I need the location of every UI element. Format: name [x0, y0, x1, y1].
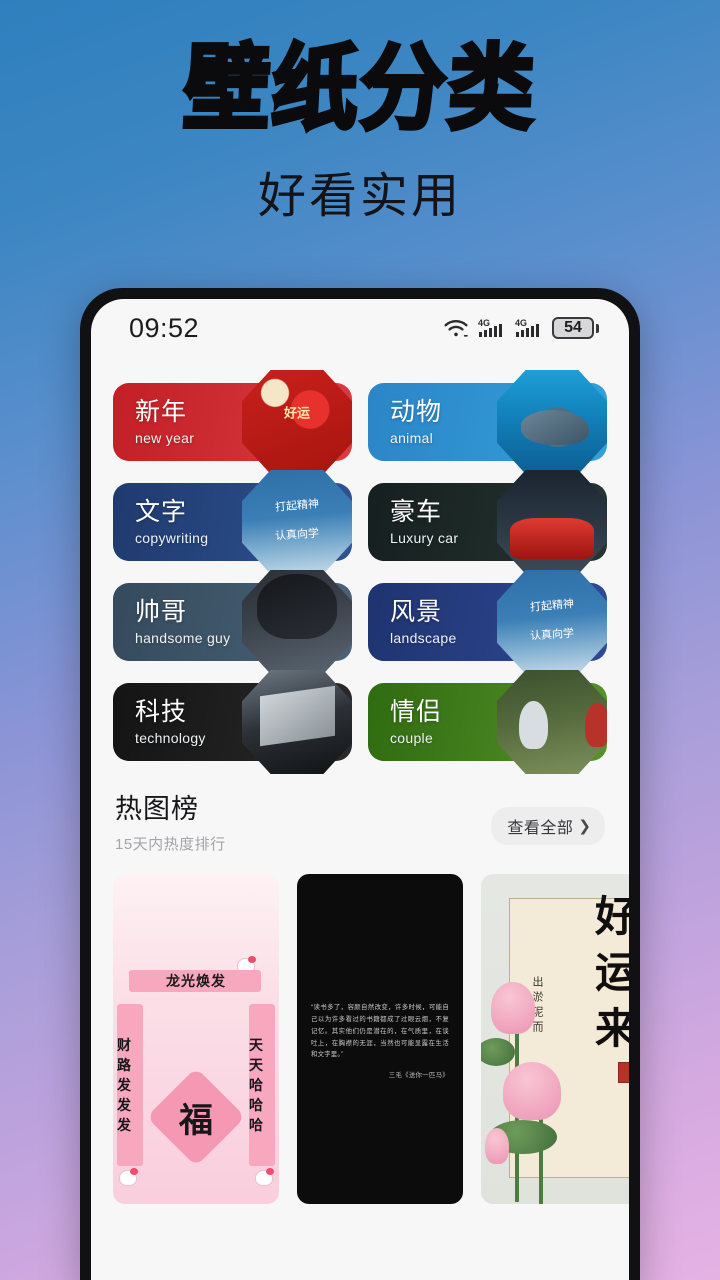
category-name-en: animal	[390, 429, 434, 446]
hot-ranking-header: 热图榜 15天内热度排行 查看全部 ❯	[91, 787, 629, 854]
phone-screen: 09:52 4G 4G 54 好运 新年 new year 动物 animal …	[91, 299, 629, 1280]
category-label-group: 文字 copywriting	[113, 498, 208, 546]
hello-kitty-icon	[119, 1168, 138, 1186]
category-name-en: technology	[135, 729, 206, 746]
fu-character: 福	[179, 1100, 213, 1141]
category-thumbnail	[497, 670, 607, 774]
category-card-technology[interactable]: 科技 technology	[113, 670, 352, 774]
category-thumbnail	[242, 670, 352, 774]
category-card-new-year[interactable]: 新年 new year	[113, 370, 352, 474]
category-name-cn: 帅哥	[135, 598, 188, 627]
chevron-right-icon: ❯	[578, 818, 591, 835]
category-card-luxury-car[interactable]: 豪车 Luxury car	[368, 470, 607, 574]
svg-text:4G: 4G	[478, 318, 490, 328]
good-luck-char-2: 运	[594, 948, 629, 997]
category-card-landscape[interactable]: 风景 landscape	[368, 570, 607, 674]
category-name-en: landscape	[390, 629, 457, 646]
category-card-couple[interactable]: 情侣 couple	[368, 670, 607, 774]
wifi-icon	[443, 318, 469, 338]
category-name-en: Luxury car	[390, 529, 459, 546]
good-luck-char-3: 来	[594, 1004, 629, 1053]
category-thumbnail	[497, 370, 607, 474]
category-card-handsome-guy[interactable]: 帅哥 handsome guy	[113, 570, 352, 674]
category-thumbnail	[242, 570, 352, 674]
red-seal-icon	[618, 1062, 629, 1083]
page-title: 壁纸分类	[179, 33, 541, 145]
svg-text:4G: 4G	[515, 318, 527, 328]
left-couplet: 财路发发发	[117, 1004, 143, 1166]
gallery-item-pink-new-year[interactable]: 龙光焕发 财路发发发 天天哈哈哈 福	[113, 874, 279, 1204]
lotus-flower	[503, 1062, 561, 1120]
section-subtitle: 15天内热度排行	[115, 836, 226, 853]
category-name-cn: 文字	[135, 498, 188, 527]
quote-attribution: 三毛《送你一匹马》	[388, 1072, 449, 1079]
category-label-group: 豪车 Luxury car	[368, 498, 458, 546]
quote-text: “读书多了，容颜自然改变，许多时候，可能自己以为许多看过的书籍都成了过眼云烟，不…	[311, 1004, 449, 1059]
battery-level-label: 54	[564, 319, 582, 336]
battery-cap	[596, 323, 599, 333]
category-thumbnail	[497, 470, 607, 574]
battery-icon: 54	[552, 317, 599, 339]
page-subtitle: 好看实用	[257, 170, 462, 224]
category-name-cn: 科技	[135, 698, 188, 727]
battery-body: 54	[552, 317, 594, 339]
category-name-en: new year	[135, 429, 195, 446]
category-label-group: 科技 technology	[113, 698, 206, 746]
category-name-cn: 风景	[390, 598, 443, 627]
phone-mockup: 09:52 4G 4G 54 好运 新年 new year 动物 animal …	[80, 288, 640, 1280]
category-thumbnail	[242, 470, 352, 574]
signal-4g-icon-2: 4G	[515, 317, 543, 339]
status-bar: 09:52 4G 4G 54	[91, 299, 629, 357]
category-label-group: 动物 animal	[368, 398, 442, 446]
category-thumbnail	[497, 570, 607, 674]
gallery-item-black-quote[interactable]: “读书多了，容颜自然改变，许多时候，可能自己以为许多看过的书籍都成了过眼云烟，不…	[297, 874, 463, 1204]
right-couplet: 天天哈哈哈	[249, 1004, 275, 1166]
category-name-en: handsome guy	[135, 629, 231, 646]
category-label-group: 帅哥 handsome guy	[113, 598, 230, 646]
hot-ranking-gallery: 龙光焕发 财路发发发 天天哈哈哈 福 “读书多了，容颜自然改变，许多时候，可能自…	[91, 874, 629, 1204]
category-label-group: 风景 landscape	[368, 598, 457, 646]
category-name-cn: 情侣	[390, 698, 443, 727]
category-name-en: couple	[390, 729, 434, 746]
category-name-cn: 新年	[135, 398, 188, 427]
signal-4g-icon-1: 4G	[478, 317, 506, 339]
category-thumbnail	[242, 370, 352, 474]
category-grid: 新年 new year 动物 animal 文字 copywriting	[91, 357, 629, 774]
pink-banner-text: 龙光焕发	[166, 974, 226, 990]
section-title: 热图榜	[115, 794, 199, 824]
category-name-en: copywriting	[135, 529, 209, 546]
category-card-animal[interactable]: 动物 animal	[368, 370, 607, 474]
good-luck-characters: 好 运 来	[595, 896, 629, 1050]
hello-kitty-icon	[255, 1168, 274, 1186]
lotus-flower	[491, 982, 535, 1034]
category-name-cn: 动物	[390, 398, 443, 427]
category-card-copywriting[interactable]: 文字 copywriting	[113, 470, 352, 574]
category-name-cn: 豪车	[390, 498, 443, 527]
see-all-label: 查看全部	[507, 820, 574, 837]
status-icon-group: 4G 4G 54	[443, 317, 599, 339]
see-all-button[interactable]: 查看全部 ❯	[491, 807, 605, 845]
gallery-item-lotus-good-luck[interactable]: 好 运 来 出淤泥而	[481, 874, 629, 1204]
category-label-group: 新年 new year	[113, 398, 194, 446]
hero-banner: 壁纸分类 好看实用	[0, 0, 720, 288]
good-luck-char-1: 好	[594, 892, 629, 941]
hot-ranking-title-group: 热图榜 15天内热度排行	[115, 787, 226, 854]
status-clock: 09:52	[129, 312, 200, 343]
lotus-bud	[485, 1128, 509, 1164]
category-label-group: 情侣 couple	[368, 698, 442, 746]
